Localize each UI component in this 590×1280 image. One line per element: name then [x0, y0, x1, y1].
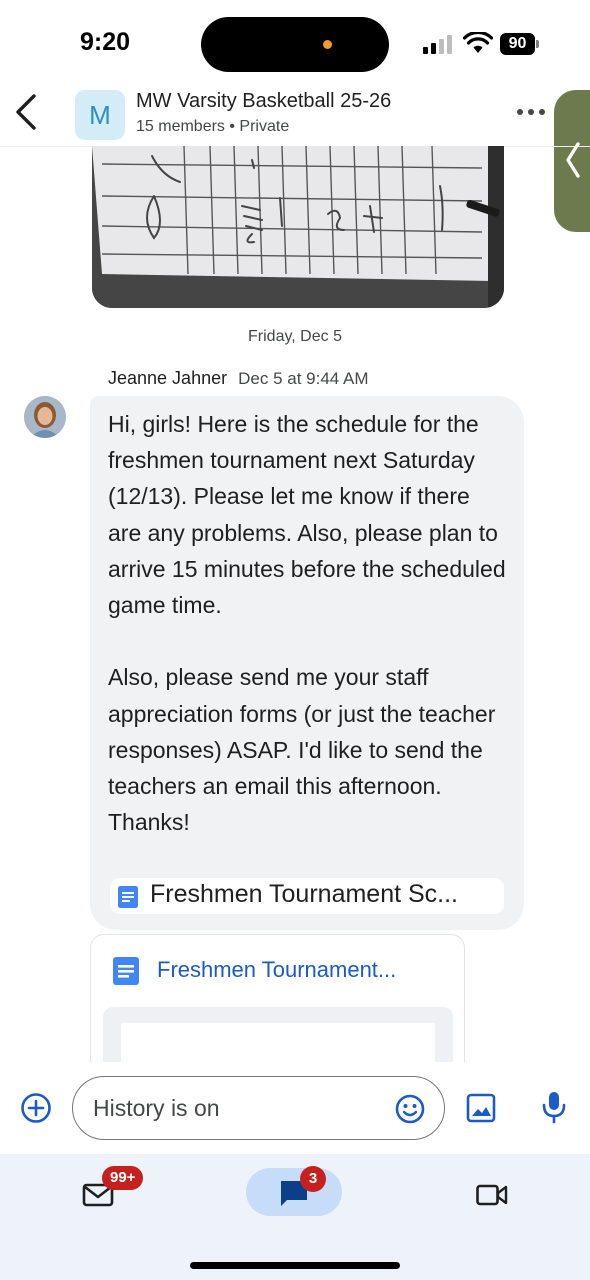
more-options-button[interactable] [513, 94, 549, 130]
status-bar: 9:20 90 [0, 0, 590, 80]
cellular-signal-icon [423, 35, 452, 54]
chat-header: M MW Varsity Basketball 25-26 15 members… [0, 80, 590, 146]
back-button[interactable] [8, 88, 44, 136]
image-upload-button[interactable] [466, 1093, 496, 1123]
voice-input-button[interactable] [540, 1090, 568, 1124]
message-input-placeholder: History is on [93, 1095, 220, 1121]
group-title[interactable]: MW Varsity Basketball 25-26 [136, 90, 391, 113]
camera-indicator-dot [323, 40, 332, 49]
mail-unread-badge: 99+ [102, 1166, 144, 1190]
chat-unread-badge: 3 [300, 1166, 326, 1192]
group-subtitle[interactable]: 15 members • Private [136, 118, 289, 136]
google-docs-icon [118, 886, 138, 908]
sender-avatar[interactable] [24, 396, 66, 438]
battery-indicator: 90 [500, 33, 540, 55]
google-docs-icon [113, 957, 139, 985]
sender-name[interactable]: Jeanne Jahner [108, 368, 227, 388]
attachment-chip-label: Freshmen Tournament Sc... [150, 880, 459, 908]
side-panel-tab[interactable] [554, 90, 590, 232]
emoji-button[interactable] [394, 1093, 426, 1125]
meet-tab[interactable] [476, 1182, 508, 1208]
scoresheet-photo [92, 146, 504, 308]
dynamic-island [201, 17, 389, 72]
wifi-icon [463, 32, 493, 53]
photo-attachment[interactable] [92, 146, 504, 308]
message-composer: History is on [0, 1062, 590, 1154]
bottom-navigation: 99+ 3 [0, 1154, 590, 1280]
add-attachment-button[interactable] [20, 1092, 52, 1124]
message-timestamp: Dec 5 at 9:44 AM [238, 369, 369, 388]
avatar-photo [24, 396, 66, 438]
message-header: Jeanne Jahner Dec 5 at 9:44 AM [108, 368, 369, 389]
group-avatar[interactable]: M [75, 90, 125, 140]
message-bubble[interactable]: Hi, girls! Here is the schedule for the … [90, 396, 524, 930]
chat-tab[interactable] [246, 1168, 342, 1216]
document-title-link[interactable]: Freshmen Tournament... [157, 957, 396, 983]
attachment-chip[interactable]: Freshmen Tournament Sc... [110, 878, 504, 914]
day-divider: Friday, Dec 5 [248, 328, 342, 345]
battery-tip [536, 40, 539, 48]
home-indicator [190, 1262, 400, 1269]
message-text: Hi, girls! Here is the schedule for the … [108, 411, 506, 836]
message-input[interactable]: History is on [72, 1076, 445, 1140]
battery-level: 90 [500, 33, 535, 55]
status-time: 9:20 [80, 28, 131, 56]
